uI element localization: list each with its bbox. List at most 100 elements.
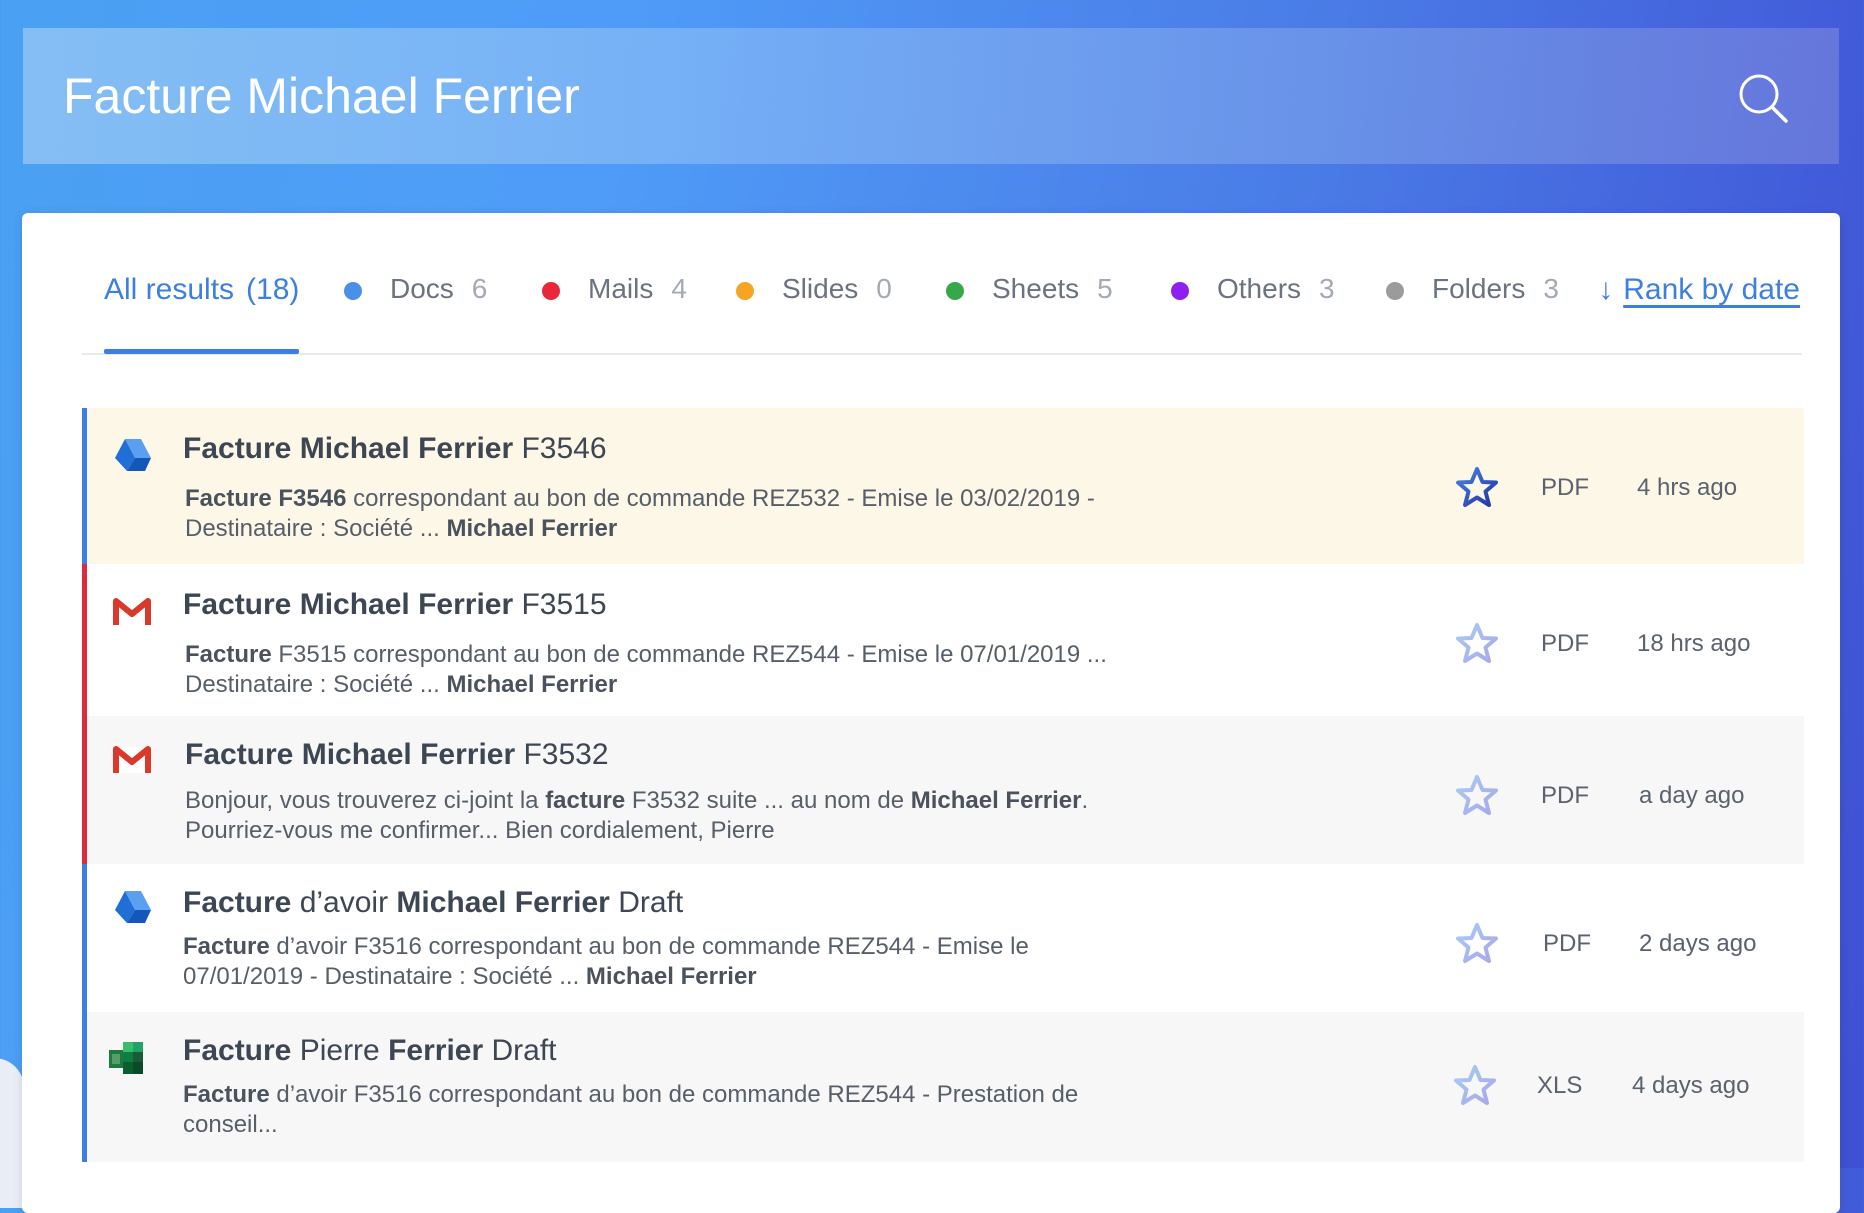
snippet-bold: Michael Ferrier bbox=[585, 963, 757, 990]
tab-folders-count: 3 bbox=[1543, 273, 1559, 304]
tab-mails-count: 4 bbox=[671, 273, 687, 304]
result-row[interactable]: Facture Michael Ferrier F3515 Facture F3… bbox=[82, 564, 1804, 716]
docs-dot-icon bbox=[344, 282, 362, 300]
file-type: XLS bbox=[1537, 1072, 1583, 1099]
snippet-bold: Facture F3546 bbox=[185, 485, 347, 512]
search-bar bbox=[23, 28, 1839, 164]
star-icon[interactable] bbox=[1455, 922, 1499, 966]
results-panel: All results (18) Docs 6 Mails 4 Slides 0… bbox=[22, 213, 1840, 1213]
tab-others[interactable]: Others 3 bbox=[1171, 273, 1335, 353]
snippet-bold: Facture bbox=[183, 933, 270, 960]
sheets-dot-icon bbox=[946, 282, 964, 300]
star-icon[interactable] bbox=[1455, 622, 1499, 666]
title-rest: F3515 bbox=[521, 588, 607, 621]
tab-mails-label: Mails bbox=[588, 273, 654, 304]
mails-dot-icon bbox=[542, 282, 560, 300]
title-text: Pierre bbox=[291, 1034, 389, 1067]
tab-slides-count: 0 bbox=[876, 273, 892, 304]
file-type: PDF bbox=[1541, 782, 1589, 809]
result-snippet: Facture d’avoir F3516 correspondant au b… bbox=[183, 1080, 1123, 1140]
result-title[interactable]: Facture Michael Ferrier F3546 bbox=[183, 432, 607, 466]
snippet-text: d’avoir F3516 correspondant au bon de co… bbox=[183, 1081, 1079, 1138]
result-snippet: Facture d’avoir F3516 correspondant au b… bbox=[183, 932, 1123, 992]
title-bold: Michael Ferrier bbox=[396, 886, 610, 919]
others-dot-icon bbox=[1171, 282, 1189, 300]
title-rest: Draft bbox=[618, 886, 684, 919]
file-type: PDF bbox=[1541, 630, 1589, 657]
tab-slides[interactable]: Slides 0 bbox=[736, 273, 892, 353]
tab-docs[interactable]: Docs 6 bbox=[344, 273, 487, 353]
slides-dot-icon bbox=[736, 282, 754, 300]
snippet-bold: Michael Ferrier bbox=[446, 515, 618, 542]
snippet-bold: Michael Ferrier bbox=[910, 787, 1082, 814]
title-bold: Facture bbox=[183, 1034, 292, 1067]
result-title[interactable]: Facture d’avoir Michael Ferrier Draft bbox=[183, 886, 683, 920]
tab-folders[interactable]: Folders 3 bbox=[1386, 273, 1559, 353]
result-snippet: Bonjour, vous trouverez ci-joint la fact… bbox=[185, 786, 1125, 846]
result-row[interactable]: Facture Pierre Ferrier Draft Facture d’a… bbox=[82, 1012, 1804, 1162]
search-icon[interactable] bbox=[1737, 72, 1789, 124]
tab-slides-label: Slides bbox=[782, 273, 859, 304]
tab-sheets[interactable]: Sheets 5 bbox=[946, 273, 1113, 353]
snippet-bold: Facture bbox=[183, 1081, 270, 1108]
title-bold: Facture bbox=[183, 886, 292, 919]
title-rest: Draft bbox=[491, 1034, 557, 1067]
rank-label: Rank by date bbox=[1623, 273, 1800, 306]
snippet-text: Bonjour, vous trouverez ci-joint la bbox=[185, 787, 546, 814]
snippet-bold: facture bbox=[545, 787, 626, 814]
drive-icon bbox=[115, 891, 151, 923]
folders-dot-icon bbox=[1386, 282, 1404, 300]
filter-tabs: All results (18) Docs 6 Mails 4 Slides 0… bbox=[82, 273, 1802, 355]
tab-docs-count: 6 bbox=[471, 273, 488, 304]
result-snippet: Facture F3515 correspondant au bon de co… bbox=[185, 640, 1125, 700]
tab-mails[interactable]: Mails 4 bbox=[542, 273, 687, 353]
drive-icon bbox=[115, 439, 151, 471]
sheets-icon bbox=[109, 1042, 143, 1074]
result-row[interactable]: Facture Michael Ferrier F3532 Bonjour, v… bbox=[82, 716, 1804, 864]
result-title[interactable]: Facture Michael Ferrier F3515 bbox=[183, 588, 607, 622]
timestamp: 4 hrs ago bbox=[1637, 474, 1738, 501]
star-icon[interactable] bbox=[1455, 466, 1499, 510]
tab-sheets-count: 5 bbox=[1097, 273, 1113, 304]
title-rest: F3546 bbox=[521, 432, 607, 465]
snippet-bold: Michael Ferrier bbox=[446, 671, 618, 698]
timestamp: 4 days ago bbox=[1632, 1072, 1750, 1099]
tab-folders-label: Folders bbox=[1432, 273, 1526, 304]
tab-others-count: 3 bbox=[1319, 273, 1335, 304]
result-title[interactable]: Facture Michael Ferrier F3532 bbox=[185, 738, 609, 772]
title-rest: F3532 bbox=[523, 738, 609, 771]
snippet-bold: Facture bbox=[185, 641, 272, 668]
title-bold: Facture Michael Ferrier bbox=[185, 738, 516, 771]
result-row[interactable]: Facture d’avoir Michael Ferrier Draft Fa… bbox=[82, 864, 1804, 1012]
tab-others-label: Others bbox=[1217, 273, 1302, 304]
tab-sheets-label: Sheets bbox=[992, 273, 1080, 304]
tab-all-results[interactable]: All results (18) bbox=[104, 273, 299, 353]
title-text: d’avoir bbox=[291, 886, 397, 919]
result-snippet: Facture F3546 correspondant au bon de co… bbox=[185, 484, 1125, 544]
gmail-icon bbox=[113, 746, 151, 773]
active-tab-indicator bbox=[104, 349, 299, 354]
search-input[interactable] bbox=[63, 66, 1663, 126]
timestamp: 2 days ago bbox=[1639, 930, 1757, 957]
timestamp: a day ago bbox=[1639, 782, 1745, 809]
file-type: PDF bbox=[1541, 474, 1589, 501]
result-row[interactable]: Facture Michael Ferrier F3546 Facture F3… bbox=[82, 408, 1804, 564]
snippet-text: F3532 suite ... au nom de bbox=[625, 787, 911, 814]
title-bold: Facture Michael Ferrier bbox=[183, 588, 514, 621]
background-shape bbox=[0, 1058, 24, 1208]
results-list: Facture Michael Ferrier F3546 Facture F3… bbox=[82, 408, 1804, 1162]
snippet-text: F3515 correspondant au bon de commande R… bbox=[185, 641, 1107, 698]
tab-docs-label: Docs bbox=[390, 273, 454, 304]
tab-all-count: (18) bbox=[246, 273, 300, 306]
file-type: PDF bbox=[1543, 930, 1591, 957]
star-icon[interactable] bbox=[1455, 774, 1499, 818]
gmail-icon bbox=[113, 598, 151, 625]
tab-all-label: All results bbox=[104, 273, 235, 306]
arrow-down-icon: ↓ bbox=[1598, 273, 1614, 306]
title-bold: Facture Michael Ferrier bbox=[183, 432, 514, 465]
rank-by-date-button[interactable]: ↓ Rank by date bbox=[1598, 273, 1800, 307]
title-bold: Ferrier bbox=[388, 1034, 484, 1067]
result-title[interactable]: Facture Pierre Ferrier Draft bbox=[183, 1034, 557, 1068]
timestamp: 18 hrs ago bbox=[1637, 630, 1751, 657]
star-icon[interactable] bbox=[1453, 1064, 1497, 1108]
